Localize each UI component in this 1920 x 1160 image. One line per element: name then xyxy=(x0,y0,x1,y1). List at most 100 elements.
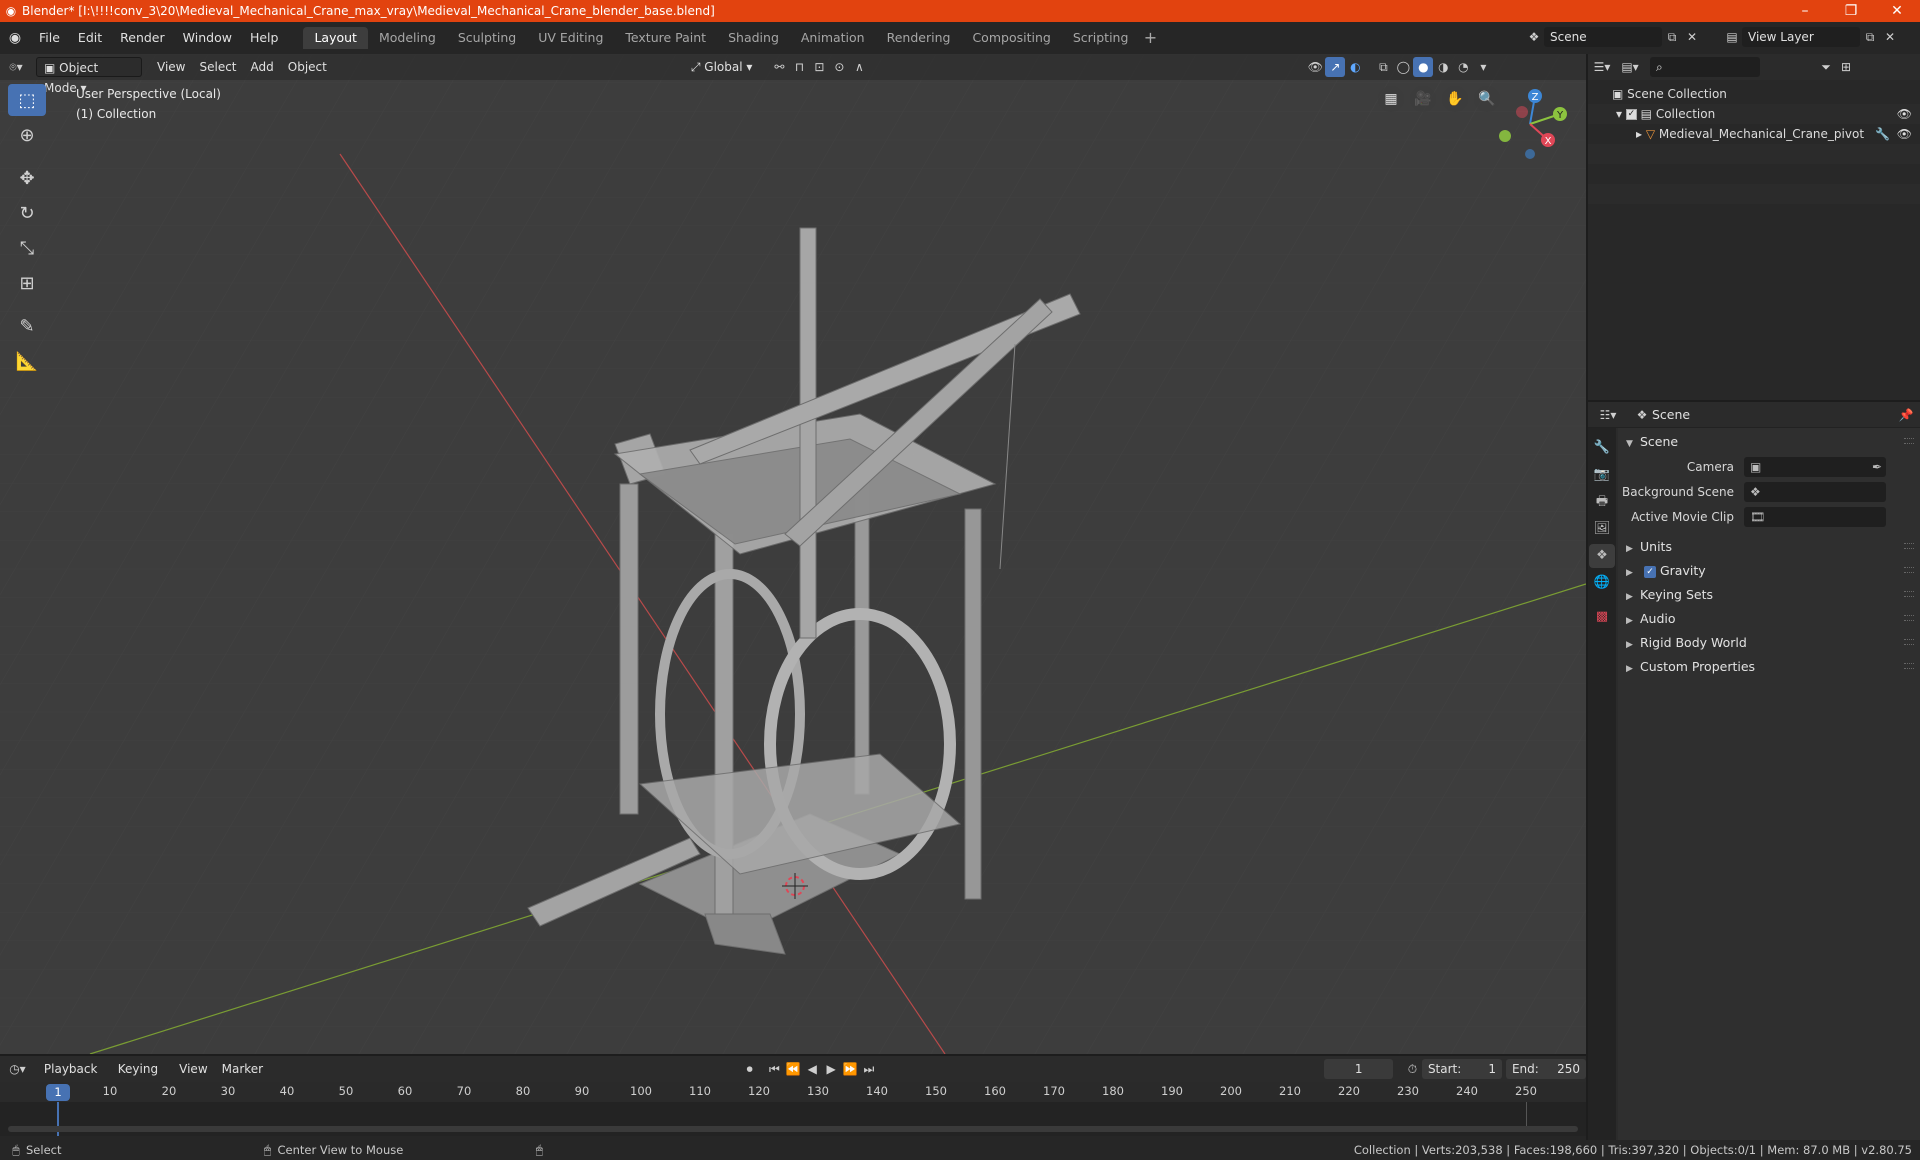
drag-grip-icon[interactable] xyxy=(1904,543,1914,549)
delete-scene-icon[interactable]: ✕ xyxy=(1682,27,1702,47)
menu-window[interactable]: Window xyxy=(174,22,241,54)
annotate-tool[interactable]: ✎ xyxy=(8,310,46,342)
new-scene-icon[interactable]: ⧉ xyxy=(1662,27,1682,47)
collection-checkbox-icon[interactable]: ✓ xyxy=(1625,109,1637,120)
scale-tool[interactable]: ⤡ xyxy=(8,232,46,264)
gizmo-neg-x-handle[interactable] xyxy=(1516,106,1528,118)
tab-animation[interactable]: Animation xyxy=(790,27,876,49)
menu-select[interactable]: Select xyxy=(192,57,243,77)
scene-icon[interactable]: ❖ xyxy=(1524,27,1544,47)
jump-to-keyframe-prev-icon[interactable]: ⏪ xyxy=(784,1059,803,1079)
output-tab-icon[interactable]: 🖶 xyxy=(1589,490,1615,514)
timeline-scrollbar[interactable] xyxy=(8,1126,1578,1132)
object-visibility-eye-icon[interactable]: 👁 xyxy=(1897,124,1912,144)
drag-grip-icon[interactable] xyxy=(1904,639,1914,645)
camera-view-icon[interactable]: 🎥 xyxy=(1410,86,1436,112)
outliner-editor-icon[interactable]: ☰▾ xyxy=(1592,57,1612,77)
rigid-body-world-panel-header[interactable]: ▶ Rigid Body World xyxy=(1618,631,1920,655)
shading-options-icon[interactable]: ▾ xyxy=(1473,57,1493,77)
proportional-falloff-icon[interactable]: ∧ xyxy=(849,57,869,77)
playhead-handle[interactable]: 1 xyxy=(46,1084,70,1101)
gizmo-neg-z-handle[interactable] xyxy=(1525,149,1535,159)
marker-menu[interactable]: Marker xyxy=(215,1059,270,1079)
keying-sets-panel-header[interactable]: ▶ Keying Sets xyxy=(1618,583,1920,607)
render-tab-icon[interactable]: 📷 xyxy=(1589,463,1615,487)
active-movie-clip-field[interactable]: 🎞 xyxy=(1744,506,1886,527)
new-view-layer-icon[interactable]: ⧉ xyxy=(1860,27,1880,47)
audio-panel-header[interactable]: ▶ Audio xyxy=(1618,607,1920,631)
blender-menu-icon[interactable]: ◉ xyxy=(0,30,30,46)
pan-hand-icon[interactable]: ✋ xyxy=(1442,86,1468,112)
timeline-ruler[interactable]: 10 20 30 40 50 60 70 80 90 100 110 120 1… xyxy=(0,1082,1586,1102)
scene-panel-header[interactable]: ▼ Scene xyxy=(1618,430,1920,454)
menu-add[interactable]: Add xyxy=(244,57,281,77)
outliner-scene-collection[interactable]: ▣ Scene Collection xyxy=(1588,84,1920,104)
filter-icon[interactable]: ⏷ xyxy=(1816,57,1836,77)
menu-object[interactable]: Object xyxy=(281,57,334,77)
tab-layout[interactable]: Layout xyxy=(303,27,368,49)
camera-field[interactable]: ▣ ✒ xyxy=(1744,456,1886,477)
pin-icon[interactable]: 📌 xyxy=(1896,405,1916,425)
eyedropper-icon[interactable]: ✒ xyxy=(1872,457,1882,477)
texture-tab-icon[interactable]: ▩ xyxy=(1589,605,1615,629)
wireframe-shading-icon[interactable]: ◯ xyxy=(1393,57,1413,77)
overlays-icon[interactable]: ◐ xyxy=(1345,57,1365,77)
auto-keying-record-icon[interactable]: ⏺ xyxy=(740,1059,759,1079)
tab-uv-editing[interactable]: UV Editing xyxy=(527,27,614,49)
new-collection-icon[interactable]: ⊞ xyxy=(1836,57,1856,77)
transform-orientation-dropdown[interactable]: ⤢ Global ▾ xyxy=(684,57,760,77)
display-mode-icon[interactable]: ▤▾ xyxy=(1620,57,1640,77)
jump-to-end-icon[interactable]: ⏭ xyxy=(859,1059,878,1079)
visibility-icon[interactable]: 👁 xyxy=(1305,57,1325,77)
rendered-shading-icon[interactable]: ◔ xyxy=(1453,57,1473,77)
stopwatch-icon[interactable]: ⏱ xyxy=(1403,1059,1422,1079)
timeline-view-menu[interactable]: View xyxy=(172,1059,214,1079)
tab-rendering[interactable]: Rendering xyxy=(876,27,962,49)
background-scene-field[interactable]: ❖ xyxy=(1744,481,1886,502)
solid-shading-icon[interactable]: ● xyxy=(1413,57,1434,77)
jump-to-keyframe-next-icon[interactable]: ⏩ xyxy=(841,1059,860,1079)
expand-arrow-icon[interactable]: ▸ xyxy=(1636,127,1646,141)
outliner-object-row[interactable]: ▸ ▽ Medieval_Mechanical_Crane_pivot 🔧 👁 xyxy=(1588,124,1920,144)
navigation-gizmo[interactable]: Z Y X xyxy=(1490,84,1570,164)
scene-tab-icon[interactable]: ❖ xyxy=(1589,544,1615,568)
gravity-panel-header[interactable]: ▶ ✓ Gravity xyxy=(1618,559,1920,583)
add-workspace-button[interactable]: + xyxy=(1139,27,1161,49)
current-frame-field[interactable]: 1 xyxy=(1324,1059,1394,1079)
tab-compositing[interactable]: Compositing xyxy=(961,27,1061,49)
jump-to-start-icon[interactable]: ⏮ xyxy=(765,1059,784,1079)
proportional-edit-icon[interactable]: ⊙ xyxy=(829,57,849,77)
scene-name-field[interactable]: Scene xyxy=(1544,27,1662,47)
pivot-point-icon[interactable]: ⚯ xyxy=(769,57,789,77)
properties-editor-icon[interactable]: ☷▾ xyxy=(1598,405,1618,425)
minimize-button[interactable]: – xyxy=(1782,3,1828,19)
move-tool[interactable]: ✥ xyxy=(8,162,46,194)
end-frame-field[interactable]: End: 250 xyxy=(1505,1059,1586,1079)
collection-visibility-eye-icon[interactable]: 👁 xyxy=(1897,104,1912,124)
menu-file[interactable]: File xyxy=(30,22,69,54)
snap-target-icon[interactable]: ⊡ xyxy=(809,57,829,77)
menu-view[interactable]: View xyxy=(150,57,192,77)
timeline-editor-icon[interactable]: ◷▾ xyxy=(8,1059,27,1079)
select-box-tool[interactable]: ⬚ xyxy=(8,84,46,116)
rotate-tool[interactable]: ↻ xyxy=(8,197,46,229)
tab-scripting[interactable]: Scripting xyxy=(1062,27,1140,49)
outliner-search-input[interactable]: ⌕ xyxy=(1650,57,1760,77)
tab-shading[interactable]: Shading xyxy=(717,27,790,49)
toggle-perspective-icon[interactable]: ▦ xyxy=(1378,86,1404,112)
gizmo-neg-y-handle[interactable] xyxy=(1499,130,1511,142)
view-layer-field[interactable]: View Layer xyxy=(1742,27,1860,47)
tab-sculpting[interactable]: Sculpting xyxy=(447,27,527,49)
world-tab-icon[interactable]: 🌐 xyxy=(1589,571,1615,595)
drag-grip-icon[interactable] xyxy=(1904,663,1914,669)
maximize-button[interactable]: ❐ xyxy=(1828,3,1874,19)
xray-icon[interactable]: ⧉ xyxy=(1373,57,1393,77)
material-shading-icon[interactable]: ◑ xyxy=(1433,57,1453,77)
editor-type-icon[interactable]: ⌾▾ xyxy=(6,57,26,77)
drag-grip-icon[interactable] xyxy=(1904,591,1914,597)
view-layer-tab-icon[interactable]: 🖼 xyxy=(1589,517,1615,541)
delete-view-layer-icon[interactable]: ✕ xyxy=(1880,27,1900,47)
mode-selector[interactable]: ▣ Object Mode ▾ xyxy=(36,57,142,95)
keying-menu[interactable]: Keying ▾ xyxy=(111,1059,172,1096)
menu-help[interactable]: Help xyxy=(241,22,288,54)
